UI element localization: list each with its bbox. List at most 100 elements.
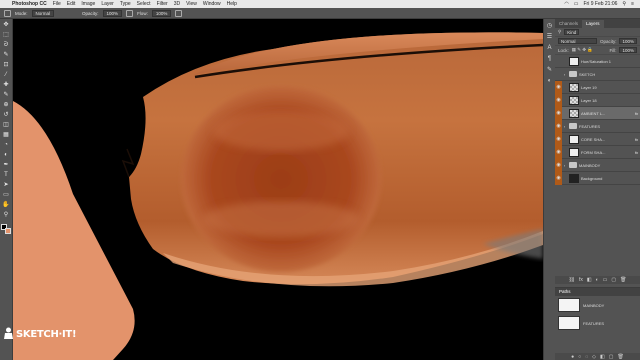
background-color-swatch[interactable] [5, 228, 11, 234]
clone-stamp-icon[interactable]: ⊕ [2, 102, 10, 109]
layer-row[interactable]: ◉ › FEATURES [555, 119, 640, 133]
move-icon[interactable]: ✥ [2, 22, 10, 29]
layer-row[interactable]: › SKETCH [555, 68, 640, 81]
history-icon[interactable]: ◷ [547, 23, 552, 29]
menu-layer[interactable]: Layer [101, 1, 114, 7]
menu-image[interactable]: Image [81, 1, 95, 7]
menu-help[interactable]: Help [227, 1, 237, 7]
path-row[interactable]: FEATURES [555, 314, 640, 332]
search-icon[interactable]: ⚲ [622, 1, 626, 7]
menu-type[interactable]: Type [120, 1, 131, 7]
layer-row[interactable]: ◉ Layer 18 [555, 93, 640, 107]
pen-icon[interactable]: ✒ [2, 162, 10, 169]
tab-layers[interactable]: Layers [582, 20, 604, 28]
marquee-icon[interactable]: ⬚ [2, 32, 10, 39]
layer-fx-icon[interactable]: fx [635, 150, 638, 155]
mask-icon[interactable]: ◧ [587, 277, 592, 283]
character-icon[interactable]: A [547, 45, 551, 51]
visibility-eye-icon[interactable]: ◉ [555, 132, 562, 146]
zoom-icon[interactable]: ⚲ [2, 212, 10, 219]
layer-row[interactable]: ◉ FORM SHA... fx [555, 145, 640, 159]
eraser-icon[interactable]: ◫ [2, 122, 10, 129]
lock-icons[interactable]: ▦ ✎ ✥ 🔒 [572, 47, 593, 53]
visibility-eye-icon[interactable]: ◉ [555, 158, 562, 172]
menu-file[interactable]: File [53, 1, 61, 7]
notification-center-icon[interactable]: ≡ [631, 1, 634, 7]
menu-clock[interactable]: Fri 9 Feb 21:06 [584, 1, 618, 7]
mode-select[interactable]: Normal [31, 9, 55, 17]
properties-icon[interactable]: ☰ [547, 34, 552, 40]
hand-icon[interactable]: ✋ [2, 202, 10, 209]
path-row[interactable]: MAINBODY [555, 296, 640, 314]
visibility-eye-icon[interactable]: ◉ [555, 171, 562, 185]
layer-row[interactable]: ◉ Background [555, 171, 640, 185]
type-icon[interactable]: T [2, 172, 10, 179]
visibility-eye-icon[interactable]: ◉ [555, 106, 562, 120]
menu-filter[interactable]: Filter [157, 1, 168, 7]
visibility-eye-icon[interactable]: ◉ [555, 80, 562, 94]
tab-channels[interactable]: Channels [555, 20, 582, 28]
gradient-icon[interactable]: ▦ [2, 132, 10, 139]
new-layer-icon[interactable]: ▢ [611, 277, 616, 283]
add-mask-icon[interactable]: ◧ [600, 354, 605, 360]
flow-field[interactable]: 100% [151, 9, 172, 17]
menu-select[interactable]: Select [137, 1, 151, 7]
wifi-icon[interactable]: ◠ [564, 1, 568, 7]
group-toggle-icon[interactable]: › [562, 124, 567, 129]
load-selection-icon[interactable]: ◌ [585, 354, 588, 360]
pressure-opacity-icon[interactable] [126, 9, 134, 17]
menu-window[interactable]: Window [203, 1, 221, 7]
menu-edit[interactable]: Edit [67, 1, 76, 7]
layer-row[interactable]: ◉ CORE SHA... fx [555, 132, 640, 146]
blur-icon[interactable]: ◔ [2, 142, 10, 149]
visibility-eye-icon[interactable]: ◉ [555, 93, 562, 107]
paragraph-icon[interactable]: ¶ [548, 56, 551, 62]
opacity-field[interactable]: 100% [102, 9, 123, 17]
brush-settings-icon[interactable]: ✎ [547, 67, 552, 73]
filter-kind-select[interactable]: Kind [564, 29, 580, 35]
trash-icon[interactable]: 🗑 [618, 354, 624, 360]
fx-icon[interactable]: fx [579, 277, 583, 283]
blend-mode-select[interactable]: Normal [558, 38, 597, 44]
history-brush-icon[interactable]: ↺ [2, 112, 10, 119]
paths-panel-title[interactable]: Paths [555, 288, 640, 296]
menu-view[interactable]: View [186, 1, 197, 7]
shape-icon[interactable]: ▭ [2, 192, 10, 199]
brush-icon[interactable]: ✎ [2, 92, 10, 99]
airbrush-icon[interactable] [175, 9, 183, 17]
color-swatches[interactable] [1, 224, 11, 234]
make-path-icon[interactable]: ◇ [592, 354, 596, 360]
layer-row[interactable]: Hue/Saturation 1 [555, 55, 640, 68]
group-toggle-icon[interactable]: › [562, 72, 567, 77]
document-canvas[interactable] [13, 19, 543, 360]
brush-preset-icon[interactable] [4, 9, 11, 17]
path-select-icon[interactable]: ➤ [2, 182, 10, 189]
visibility-eye-icon[interactable]: ◉ [555, 145, 562, 159]
menu-3d[interactable]: 3D [174, 1, 180, 7]
battery-icon[interactable]: ▭ [574, 1, 579, 7]
app-menu[interactable]: Photoshop CC [12, 1, 47, 7]
new-path-icon[interactable]: ▢ [609, 354, 614, 360]
lasso-icon[interactable]: ᘐ [2, 42, 10, 49]
stroke-path-icon[interactable]: ○ [578, 354, 581, 360]
layer-row[interactable]: ◉ Layer 19 [555, 80, 640, 94]
visibility-eye-icon[interactable]: ◉ [555, 119, 562, 133]
group-toggle-icon[interactable]: › [562, 163, 567, 168]
crop-icon[interactable]: ⊡ [2, 62, 10, 69]
layer-fx-icon[interactable]: fx [635, 137, 638, 142]
healing-icon[interactable]: ✚ [2, 82, 10, 89]
quick-select-icon[interactable]: ✎ [2, 52, 10, 59]
adjustments-icon[interactable]: ◐ [548, 78, 552, 84]
fill-path-icon[interactable]: ● [571, 354, 574, 360]
eyedropper-icon[interactable]: ⁄ [2, 72, 10, 79]
trash-icon[interactable]: 🗑 [620, 277, 626, 283]
adjustment-icon[interactable]: ◐ [596, 277, 599, 283]
layer-row[interactable]: ◉ AMBIENT L... fx [555, 106, 640, 120]
dodge-icon[interactable]: ◐ [2, 152, 10, 159]
link-icon[interactable]: ⛓ [569, 277, 575, 283]
fill-field[interactable]: 100% [619, 47, 637, 53]
layer-opacity-field[interactable]: 100% [619, 38, 637, 44]
layer-fx-icon[interactable]: fx [635, 111, 638, 116]
folder-icon[interactable]: ▭ [603, 277, 608, 283]
layer-row[interactable]: ◉ › MAINBODY [555, 158, 640, 172]
